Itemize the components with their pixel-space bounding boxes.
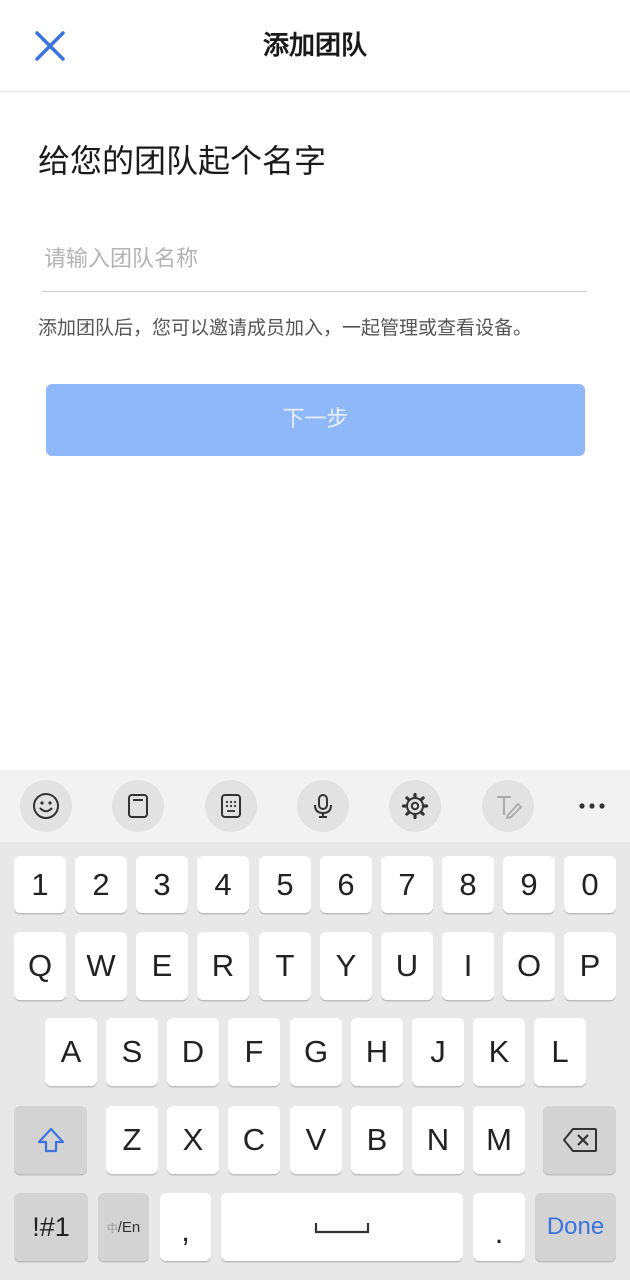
key-q[interactable]: Q [14, 932, 66, 1000]
key-k[interactable]: K [473, 1018, 525, 1086]
key-s[interactable]: S [106, 1018, 158, 1086]
key-n[interactable]: N [412, 1106, 464, 1174]
language-switch-key[interactable]: 中/En [98, 1193, 149, 1261]
keyboard-toolbar [0, 770, 630, 842]
key-z[interactable]: Z [106, 1106, 158, 1174]
voice-input-button[interactable] [297, 780, 349, 832]
key-t[interactable]: T [259, 932, 311, 1000]
key-b[interactable]: B [351, 1106, 403, 1174]
close-icon [35, 31, 65, 61]
key-0[interactable]: 0 [564, 856, 616, 913]
settings-button[interactable] [389, 780, 441, 832]
gear-icon [401, 792, 429, 820]
key-x[interactable]: X [167, 1106, 219, 1174]
key-i[interactable]: I [442, 932, 494, 1000]
key-2[interactable]: 2 [75, 856, 127, 913]
key-5[interactable]: 5 [259, 856, 311, 913]
key-p[interactable]: P [564, 932, 616, 1000]
period-key[interactable]: . [473, 1193, 525, 1261]
close-button[interactable] [28, 24, 72, 68]
key-v[interactable]: V [290, 1106, 342, 1174]
team-name-input[interactable] [42, 228, 587, 292]
comma-key[interactable]: , [160, 1193, 211, 1261]
keypad-button[interactable] [205, 780, 257, 832]
key-r[interactable]: R [197, 932, 249, 1000]
key-a[interactable]: A [45, 1018, 97, 1086]
handwriting-icon [497, 796, 523, 820]
key-f[interactable]: F [228, 1018, 280, 1086]
microphone-icon [314, 794, 332, 818]
key-8[interactable]: 8 [442, 856, 494, 913]
emoji-button[interactable] [20, 780, 72, 832]
backspace-icon [562, 1128, 597, 1152]
clipboard-icon [128, 794, 148, 818]
space-icon [314, 1223, 370, 1234]
key-u[interactable]: U [381, 932, 433, 1000]
key-h[interactable]: H [351, 1018, 403, 1086]
key-j[interactable]: J [412, 1018, 464, 1086]
key-d[interactable]: D [167, 1018, 219, 1086]
emoji-icon [33, 793, 59, 819]
key-w[interactable]: W [75, 932, 127, 1000]
app-header: 添加团队 [0, 0, 630, 92]
symbols-key[interactable]: !#1 [14, 1193, 88, 1261]
key-4[interactable]: 4 [197, 856, 249, 913]
key-m[interactable]: M [473, 1106, 525, 1174]
more-button[interactable] [566, 780, 618, 832]
section-heading: 给您的团队起个名字 [38, 142, 327, 180]
key-g[interactable]: G [290, 1018, 342, 1086]
space-key[interactable] [221, 1193, 463, 1261]
page-title: 添加团队 [262, 31, 367, 61]
key-6[interactable]: 6 [320, 856, 372, 913]
key-o[interactable]: O [503, 932, 555, 1000]
soft-keyboard: 1 2 3 4 5 6 7 8 9 0 Q W E R T Y U I O P … [0, 770, 630, 1280]
shift-icon [37, 1127, 64, 1153]
key-c[interactable]: C [228, 1106, 280, 1174]
key-3[interactable]: 3 [136, 856, 188, 913]
more-icon [579, 803, 605, 809]
shift-key[interactable] [14, 1106, 87, 1174]
key-y[interactable]: Y [320, 932, 372, 1000]
keypad-icon [221, 794, 241, 818]
key-7[interactable]: 7 [381, 856, 433, 913]
clipboard-button[interactable] [112, 780, 164, 832]
hint-text: 添加团队后，您可以邀请成员加入，一起管理或查看设备。 [38, 317, 533, 339]
key-9[interactable]: 9 [503, 856, 555, 913]
backspace-key[interactable] [543, 1106, 616, 1174]
next-step-button[interactable]: 下一步 [46, 384, 585, 456]
key-e[interactable]: E [136, 932, 188, 1000]
key-l[interactable]: L [534, 1018, 586, 1086]
key-1[interactable]: 1 [14, 856, 66, 913]
language-switch-label: 中/En [106, 1218, 141, 1236]
handwriting-button[interactable] [482, 780, 534, 832]
done-key[interactable]: Done [535, 1193, 616, 1261]
